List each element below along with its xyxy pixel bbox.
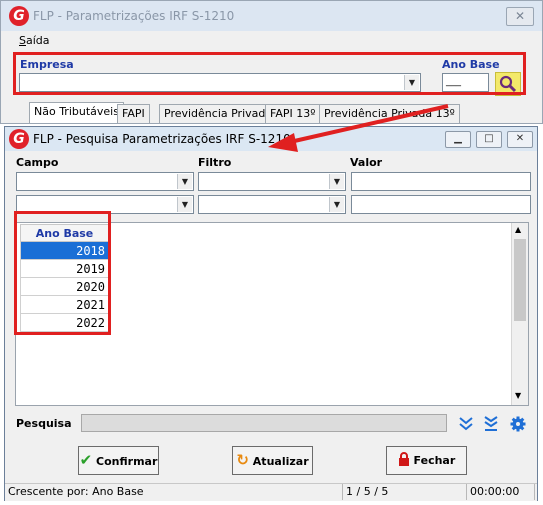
filtro-combo-1[interactable]: ▼ bbox=[198, 172, 346, 191]
search-dialog: G FLP - Pesquisa Parametrizações IRF S-1… bbox=[4, 126, 538, 501]
tab-previdencia-privada-13[interactable]: Previdência Privada 13º bbox=[319, 104, 460, 123]
status-bar: Crescente por: Ano Base 1 / 5 / 5 00:00:… bbox=[5, 483, 537, 501]
close-icon[interactable]: ✕ bbox=[507, 131, 533, 148]
status-sort: Crescente por: Ano Base bbox=[5, 484, 343, 500]
status-count: 1 / 5 / 5 bbox=[343, 484, 467, 500]
status-time: 00:00:00 bbox=[467, 484, 535, 500]
pesquisa-label: Pesquisa bbox=[16, 417, 72, 430]
filtro-combo-2[interactable]: ▼ bbox=[198, 195, 346, 214]
dialog-title-bar: G FLP - Pesquisa Parametrizações IRF S-1… bbox=[5, 127, 537, 151]
app-logo-icon: G bbox=[9, 6, 29, 26]
chevrons-down-bar-icon[interactable] bbox=[483, 415, 499, 432]
menu-saida-rest: aída bbox=[25, 34, 50, 47]
tab-nao-tributaveis[interactable]: Não Tributáveis bbox=[29, 102, 124, 123]
valor-input-1[interactable] bbox=[351, 172, 531, 191]
double-chevron-down-icon[interactable] bbox=[458, 415, 474, 431]
refresh-icon: ↻ bbox=[236, 451, 249, 469]
chevron-down-icon[interactable]: ▼ bbox=[329, 174, 344, 189]
scroll-up-icon[interactable]: ▲ bbox=[515, 225, 521, 234]
main-title-bar: G FLP - Parametrizações IRF S-1210 ✕ bbox=[1, 1, 542, 31]
campo-label: Campo bbox=[16, 156, 59, 169]
tab-fapi[interactable]: FAPI bbox=[117, 104, 150, 123]
filtro-label: Filtro bbox=[198, 156, 232, 169]
app-logo-icon: G bbox=[9, 129, 29, 149]
confirmar-label: Confirmar bbox=[96, 455, 158, 468]
dialog-title: FLP - Pesquisa Parametrizações IRF S-121… bbox=[33, 132, 291, 146]
campo-combo-1[interactable]: ▼ bbox=[16, 172, 194, 191]
menu-saida-mnemonic: S bbox=[19, 34, 26, 47]
chevron-down-icon[interactable]: ▼ bbox=[177, 197, 192, 212]
atualizar-button[interactable]: ↻ Atualizar bbox=[232, 446, 313, 475]
vertical-scrollbar[interactable]: ▲ ▼ bbox=[511, 223, 528, 405]
close-icon[interactable]: ✕ bbox=[506, 7, 534, 26]
confirmar-button[interactable]: ✔ Confirmar bbox=[78, 446, 159, 475]
fechar-button[interactable]: Fechar bbox=[386, 446, 467, 475]
main-window-title: FLP - Parametrizações IRF S-1210 bbox=[33, 9, 235, 23]
gear-icon[interactable] bbox=[510, 416, 526, 432]
chevron-down-icon[interactable]: ▼ bbox=[329, 197, 344, 212]
fechar-label: Fechar bbox=[413, 454, 456, 467]
lock-icon bbox=[398, 452, 409, 466]
scroll-down-icon[interactable]: ▼ bbox=[515, 391, 521, 400]
highlight-box-grid bbox=[14, 211, 111, 335]
valor-input-2[interactable] bbox=[351, 195, 531, 214]
valor-label: Valor bbox=[350, 156, 383, 169]
highlight-box-empresa bbox=[13, 52, 526, 95]
atualizar-label: Atualizar bbox=[252, 455, 309, 468]
check-icon: ✔ bbox=[79, 451, 93, 469]
chevron-down-icon[interactable]: ▼ bbox=[177, 174, 192, 189]
minimize-icon[interactable]: ▁ bbox=[445, 131, 471, 148]
pesquisa-input[interactable] bbox=[81, 414, 447, 432]
tab-previdencia-privada[interactable]: Previdência Privada bbox=[159, 104, 278, 123]
menu-saida[interactable]: Saída bbox=[19, 34, 50, 47]
scrollbar-thumb[interactable] bbox=[514, 239, 526, 321]
maximize-icon[interactable]: □ bbox=[476, 131, 502, 148]
tab-fapi-13[interactable]: FAPI 13º bbox=[265, 104, 321, 123]
